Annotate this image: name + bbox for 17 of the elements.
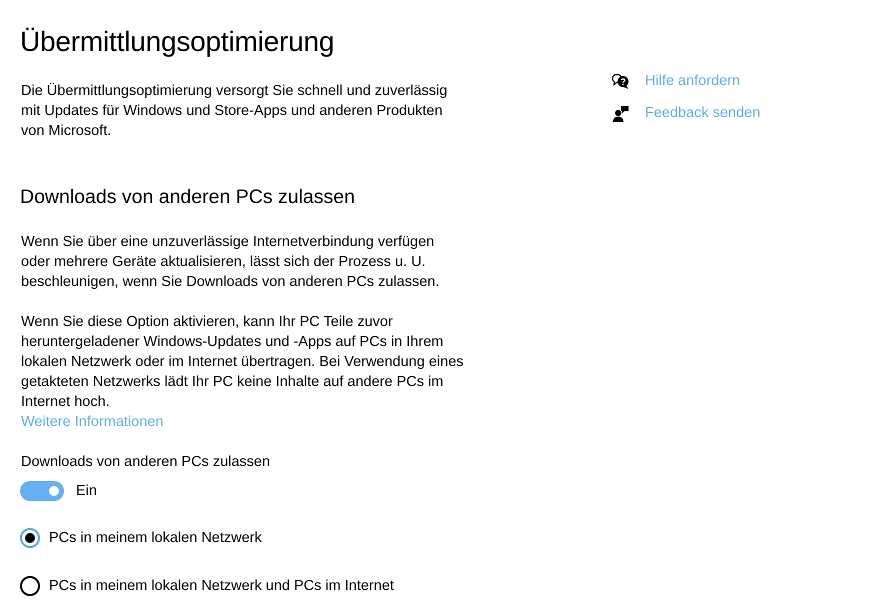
paragraph-text: Wenn Sie über eine unzuverlässige Internetverbindung verfügen oder mehrere Geräte aktualisieren, lässt sich der Prozess u. U. beschleunigen, wenn Sie Downloads von anderen PCs zulassen. bbox=[21, 233, 440, 292]
help-link[interactable]: Hilfe anfordern bbox=[645, 71, 740, 91]
radio-label[interactable]: PCs in meinem lokalen Netzwerk bbox=[49, 528, 262, 548]
section-heading: Downloads von anderen PCs zulassen bbox=[20, 185, 355, 210]
feedback-link[interactable]: Feedback senden bbox=[645, 103, 760, 123]
person-feedback-icon bbox=[612, 104, 630, 122]
toggle-state-text: Ein bbox=[76, 482, 97, 501]
radio-button[interactable] bbox=[20, 528, 40, 548]
radio-label[interactable]: PCs in meinem lokalen Netzwerk und PCs im Internet bbox=[49, 576, 394, 596]
page-title: Übermittlungsoptimierung bbox=[20, 25, 334, 59]
help-chat-icon bbox=[612, 72, 630, 90]
toggle-label: Downloads von anderen PCs zulassen bbox=[21, 453, 270, 472]
paragraph-text: Wenn Sie diese Option aktivieren, kann Ihr PC Teile zuvor heruntergeladener Windows-Updates und -Apps auf PCs in Ihrem lokalen Netzwerk oder im Internet übertragen. Bei Verwendung eines getakteten Netzwerks lädt Ihr PC keine Inhalte auf andere PCs im Internet hoch. bbox=[21, 313, 464, 412]
description-text: Die Übermittlungsoptimierung versorgt Sie schnell und zuverlässig mit Updates für Windows und Store-Apps und anderen Produkten von Microsoft. bbox=[21, 82, 448, 141]
radio-button[interactable] bbox=[20, 576, 40, 596]
more-info-link[interactable]: Weitere Informationen bbox=[21, 412, 164, 432]
toggle-switch[interactable] bbox=[20, 481, 64, 501]
